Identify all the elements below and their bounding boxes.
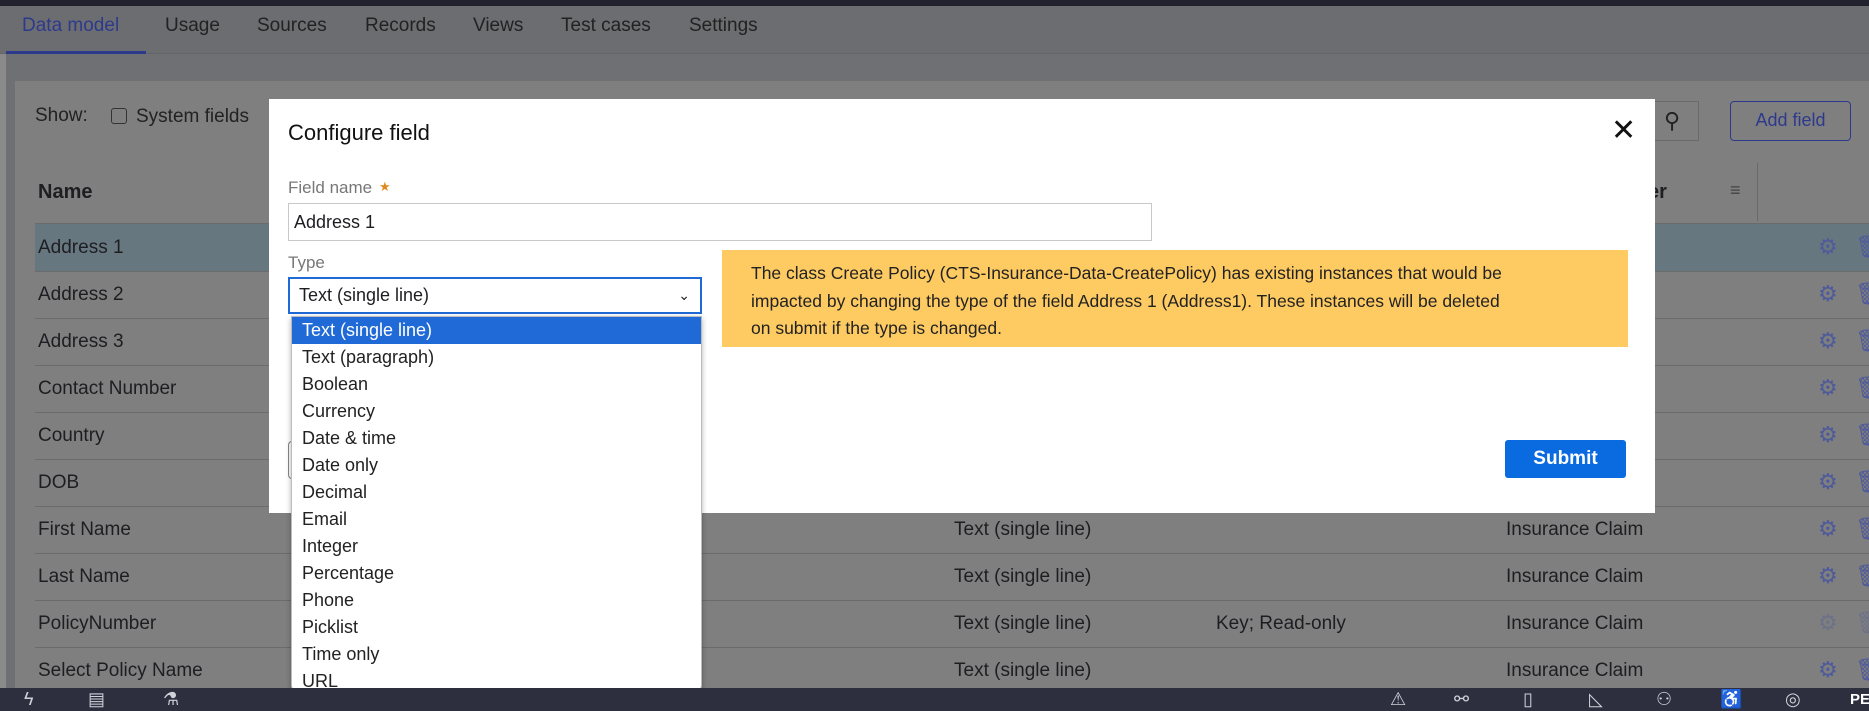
row-name: Address 1: [38, 237, 124, 258]
lightning-icon[interactable]: ϟ: [24, 688, 34, 711]
tab-records[interactable]: Records: [365, 15, 436, 37]
trash-icon[interactable]: 🗑: [1855, 328, 1869, 354]
gauge-icon[interactable]: ◎: [1785, 688, 1801, 711]
row-name: First Name: [38, 519, 131, 540]
trash-icon[interactable]: 🗑: [1855, 657, 1869, 683]
tab-bar: Data model Usage Sources Records Views T…: [0, 6, 1869, 54]
tab-settings[interactable]: Settings: [689, 15, 758, 37]
type-option[interactable]: Percentage: [292, 560, 701, 587]
accessibility-icon[interactable]: ♿: [1720, 688, 1742, 711]
type-option[interactable]: Integer: [292, 533, 701, 560]
trash-icon[interactable]: 🗑: [1855, 563, 1869, 589]
gear-icon[interactable]: ⚙: [1818, 281, 1838, 307]
warning-banner: The class Create Policy (CTS-Insurance-D…: [722, 250, 1628, 347]
warning-line: on submit if the type is changed.: [751, 318, 1002, 338]
row-name: Address 2: [38, 284, 124, 305]
type-dropdown-list[interactable]: Text (single line) Text (paragraph) Boolea…: [291, 316, 702, 693]
row-name: Select Policy Name: [38, 660, 203, 681]
row-name: Country: [38, 425, 105, 446]
row-type: Text (single line): [954, 613, 1092, 634]
column-divider: [1757, 163, 1758, 221]
submit-button[interactable]: Submit: [1505, 440, 1626, 478]
row-name: Address 3: [38, 331, 124, 352]
add-field-button[interactable]: Add field: [1730, 101, 1851, 141]
gear-icon[interactable]: ⚙: [1818, 657, 1838, 683]
system-fields-checkbox[interactable]: [111, 108, 127, 124]
trash-icon[interactable]: 🗑: [1855, 234, 1869, 260]
chat-icon[interactable]: ◺: [1589, 688, 1603, 711]
type-option[interactable]: Text (paragraph): [292, 344, 701, 371]
type-option[interactable]: Phone: [292, 587, 701, 614]
active-tab-indicator: [6, 51, 146, 54]
tab-test-cases[interactable]: Test cases: [561, 15, 651, 37]
type-option[interactable]: Decimal: [292, 479, 701, 506]
type-option[interactable]: Date only: [292, 452, 701, 479]
row-type: Text (single line): [954, 566, 1092, 587]
network-icon[interactable]: ⚯: [1454, 688, 1469, 711]
row-name: DOB: [38, 472, 80, 493]
tab-data-model[interactable]: Data model: [22, 15, 119, 37]
type-option[interactable]: Currency: [292, 398, 701, 425]
row-name: PolicyNumber: [38, 613, 157, 634]
type-option[interactable]: Text (single line): [292, 317, 701, 344]
glasses-icon[interactable]: ⚇: [1656, 688, 1672, 711]
trash-icon[interactable]: 🗑: [1855, 375, 1869, 401]
warning-icon[interactable]: ⚠: [1390, 688, 1406, 711]
field-name-label: Field name: [288, 178, 373, 197]
chevron-down-icon: ⌄: [678, 287, 690, 303]
gear-icon[interactable]: ⚙: [1818, 610, 1838, 636]
bottom-toolbar: ϟ ▤ ⚗ ⚠ ⚯ ▯ ◺ ⚇ ♿ ◎ PE: [0, 688, 1869, 711]
trash-icon[interactable]: 🗑: [1855, 281, 1869, 307]
type-label: Type: [288, 253, 325, 272]
tab-views[interactable]: Views: [473, 15, 523, 37]
gear-icon[interactable]: ⚙: [1818, 234, 1838, 260]
gear-icon[interactable]: ⚙: [1818, 375, 1838, 401]
warning-line: impacted by changing the type of the fie…: [751, 290, 1500, 311]
trash-icon[interactable]: 🗑: [1855, 516, 1869, 542]
row-name: Last Name: [38, 566, 130, 587]
type-option[interactable]: Email: [292, 506, 701, 533]
row-class: Insurance Claim: [1506, 566, 1644, 587]
required-icon: ★: [379, 179, 391, 194]
row-type: Text (single line): [954, 519, 1092, 540]
clipboard-check-icon[interactable]: ▯: [1523, 688, 1533, 711]
gear-icon[interactable]: ⚙: [1818, 328, 1838, 354]
left-edge: [0, 54, 6, 688]
type-select-value: Text (single line): [299, 285, 430, 305]
trash-icon[interactable]: 🗑: [1855, 469, 1869, 495]
close-icon[interactable]: ✕: [1611, 113, 1636, 148]
system-fields-label: System fields: [136, 106, 249, 127]
gear-icon[interactable]: ⚙: [1818, 563, 1838, 589]
tab-usage[interactable]: Usage: [165, 15, 220, 37]
gear-icon[interactable]: ⚙: [1818, 422, 1838, 448]
show-label: Show:: [35, 105, 88, 126]
dialog-title: Configure field: [288, 120, 430, 145]
row-class: Insurance Claim: [1506, 660, 1644, 681]
gear-icon[interactable]: ⚙: [1818, 516, 1838, 542]
row-class: Insurance Claim: [1506, 519, 1644, 540]
type-option[interactable]: Boolean: [292, 371, 701, 398]
trash-icon[interactable]: 🗑: [1855, 422, 1869, 448]
trash-icon[interactable]: 🗑: [1855, 610, 1869, 636]
column-header-name[interactable]: Name: [38, 181, 92, 204]
search-button[interactable]: ⚲: [1655, 101, 1699, 141]
user-initials[interactable]: PE: [1850, 688, 1869, 711]
clipboard-icon[interactable]: ▤: [88, 688, 105, 711]
type-option[interactable]: Picklist: [292, 614, 701, 641]
gear-icon[interactable]: ⚙: [1818, 469, 1838, 495]
row-class: Insurance Claim: [1506, 613, 1644, 634]
row-name: Contact Number: [38, 378, 177, 399]
search-icon: ⚲: [1664, 108, 1681, 133]
row-options: Key; Read-only: [1216, 613, 1346, 634]
warning-line: The class Create Policy (CTS-Insurance-D…: [751, 263, 1502, 283]
filter-icon[interactable]: ≡: [1730, 180, 1741, 201]
flask-icon[interactable]: ⚗: [163, 688, 179, 711]
row-type: Text (single line): [954, 660, 1092, 681]
type-option[interactable]: Time only: [292, 641, 701, 668]
tab-sources[interactable]: Sources: [257, 15, 327, 37]
field-name-input[interactable]: Address 1: [288, 203, 1152, 241]
type-select[interactable]: Text (single line) ⌄: [288, 277, 702, 314]
type-option[interactable]: Date & time: [292, 425, 701, 452]
